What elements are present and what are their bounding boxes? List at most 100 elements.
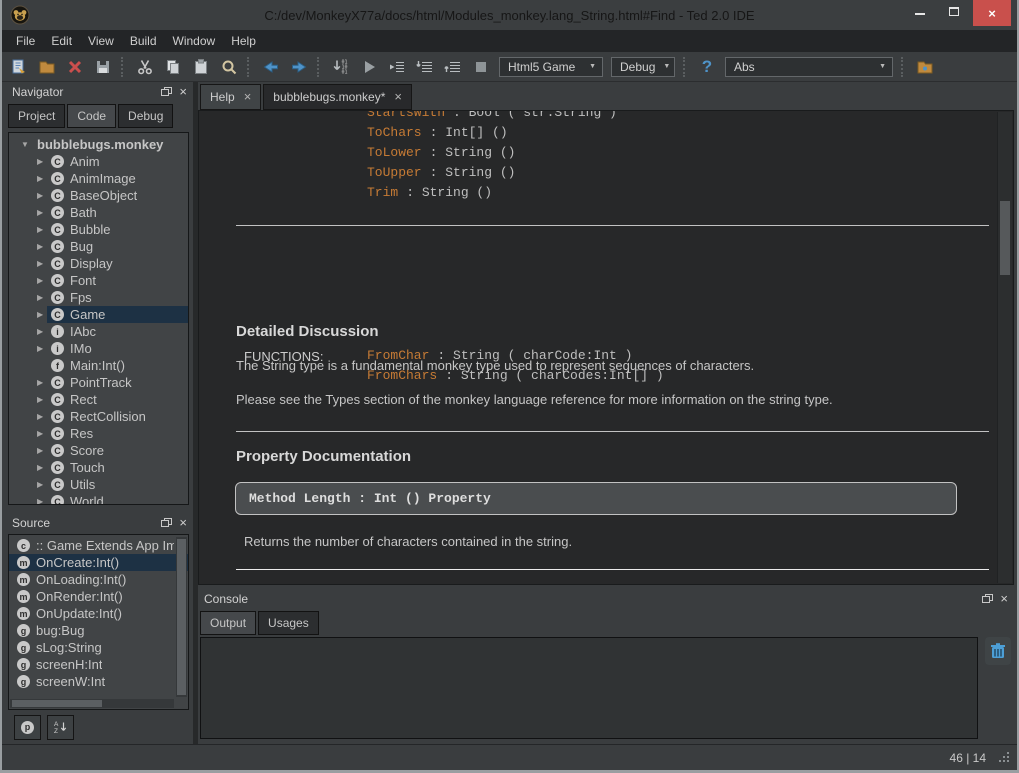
source-item[interactable]: g bug:Bug [9, 622, 188, 639]
close-panel-icon[interactable]: × [179, 518, 187, 528]
help-document[interactable]: StartsWith: Bool ( str:String ) ToChars:… [198, 110, 1014, 585]
expand-arrow-icon[interactable]: ▶ [37, 208, 47, 217]
source-item[interactable]: m OnRender:Int() [9, 588, 188, 605]
method-link[interactable]: ToChars [367, 125, 422, 140]
step-button[interactable] [384, 55, 410, 79]
source-item[interactable]: m OnCreate:Int() [9, 554, 188, 571]
vertical-scrollbar[interactable] [176, 537, 187, 697]
console-tab[interactable]: Usages [258, 611, 319, 635]
clear-console-button[interactable] [985, 637, 1011, 665]
scrollbar-thumb[interactable] [12, 700, 102, 707]
tree-item[interactable]: ▶ C BaseObject [9, 187, 188, 204]
method-link[interactable]: ToLower [367, 145, 422, 160]
tree-root[interactable]: ▼ bubblebugs.monkey [9, 135, 188, 153]
source-item[interactable]: g screenW:Int [9, 673, 188, 690]
close-button[interactable]: × [973, 0, 1011, 26]
copy-button[interactable] [160, 55, 186, 79]
console-output[interactable] [200, 637, 978, 739]
expand-arrow-icon[interactable]: ▶ [37, 429, 47, 438]
maximize-button[interactable] [939, 0, 969, 22]
tree-item[interactable]: ▶ C Touch [9, 459, 188, 476]
expand-arrow-icon[interactable]: ▶ [37, 174, 47, 183]
forward-button[interactable] [286, 55, 312, 79]
tree-item[interactable]: ▶ C RectCollision [9, 408, 188, 425]
source-item[interactable]: c :: Game Extends App Impl [9, 537, 188, 554]
tree-item[interactable]: ▶ C Bath [9, 204, 188, 221]
tree-item[interactable]: ▶ C World [9, 493, 188, 505]
save-file-button[interactable] [90, 55, 116, 79]
paste-button[interactable] [188, 55, 214, 79]
expand-arrow-icon[interactable]: ▶ [37, 497, 47, 505]
navigator-tab[interactable]: Project [8, 104, 65, 128]
menu-item[interactable]: View [80, 31, 122, 51]
console-tab[interactable]: Output [200, 611, 256, 635]
close-panel-icon[interactable]: × [1000, 594, 1008, 604]
expand-arrow-icon[interactable]: ▶ [37, 157, 47, 166]
tree-item[interactable]: ▶ C Score [9, 442, 188, 459]
source-item[interactable]: g screenH:Int [9, 656, 188, 673]
expand-arrow-icon[interactable]: ▶ [37, 293, 47, 302]
open-file-button[interactable] [34, 55, 60, 79]
close-tab-icon[interactable]: × [394, 92, 402, 102]
tree-item[interactable]: ▶ C PointTrack [9, 374, 188, 391]
find-button[interactable] [216, 55, 242, 79]
navigator-tab[interactable]: Code [67, 104, 116, 128]
tree-item[interactable]: ▶ C Bubble [9, 221, 188, 238]
close-panel-icon[interactable]: × [179, 87, 187, 97]
expand-arrow-icon[interactable]: ▶ [37, 378, 47, 387]
sort-alpha-button[interactable]: AZ [47, 715, 74, 740]
build-lock-button[interactable] [912, 55, 938, 79]
float-panel-icon[interactable] [161, 518, 172, 528]
tree-item[interactable]: ▶ C Utils [9, 476, 188, 493]
expand-arrow-icon[interactable]: ▶ [37, 191, 47, 200]
menu-item[interactable]: Window [165, 31, 224, 51]
collapse-arrow-icon[interactable]: ▼ [21, 140, 31, 149]
vertical-scrollbar[interactable] [997, 112, 1012, 583]
float-panel-icon[interactable] [161, 87, 172, 97]
source-item[interactable]: m OnLoading:Int() [9, 571, 188, 588]
scrollbar-thumb[interactable] [177, 539, 186, 695]
tree-item[interactable]: ▶ f Main:Int() [9, 357, 188, 374]
expand-arrow-icon[interactable]: ▶ [37, 259, 47, 268]
method-link[interactable]: ToUpper [367, 165, 422, 180]
resize-grip[interactable] [998, 751, 1011, 764]
help-button[interactable]: ? [694, 55, 720, 79]
tab-bubblebugs-monkey[interactable]: bubblebugs.monkey* × [263, 84, 412, 110]
menu-item[interactable]: Edit [43, 31, 80, 51]
close-file-button[interactable] [62, 55, 88, 79]
tree-item[interactable]: ▶ C Fps [9, 289, 188, 306]
tree-item[interactable]: ▶ C Font [9, 272, 188, 289]
tree-item[interactable]: ▶ C Rect [9, 391, 188, 408]
tree-item[interactable]: ▶ i IMo [9, 340, 188, 357]
quick-find-dropdown[interactable]: Abs ▼ [725, 57, 893, 77]
expand-arrow-icon[interactable]: ▶ [37, 225, 47, 234]
tree-item[interactable]: ▶ C Anim [9, 153, 188, 170]
tab-help[interactable]: Help × [200, 84, 261, 110]
method-link[interactable]: StartsWith [367, 110, 445, 120]
run-button[interactable] [356, 55, 382, 79]
source-item[interactable]: g sLog:String [9, 639, 188, 656]
horizontal-scrollbar[interactable] [10, 699, 174, 708]
new-file-button[interactable] [6, 55, 32, 79]
step-into-button[interactable] [412, 55, 438, 79]
back-button[interactable] [258, 55, 284, 79]
expand-arrow-icon[interactable]: ▶ [37, 395, 47, 404]
tree-item[interactable]: ▶ C Bug [9, 238, 188, 255]
float-panel-icon[interactable] [982, 594, 993, 604]
target-dropdown[interactable]: Html5 Game ▼ [499, 57, 603, 77]
tree-item[interactable]: ▶ C Res [9, 425, 188, 442]
expand-arrow-icon[interactable]: ▶ [37, 310, 47, 319]
method-link[interactable]: Trim [367, 185, 398, 200]
expand-arrow-icon[interactable]: ▶ [37, 412, 47, 421]
navigator-tab[interactable]: Debug [118, 104, 173, 128]
expand-arrow-icon[interactable]: ▶ [37, 446, 47, 455]
stop-button[interactable] [468, 55, 494, 79]
tree-item[interactable]: ▶ C AnimImage [9, 170, 188, 187]
expand-arrow-icon[interactable]: ▶ [37, 276, 47, 285]
menu-item[interactable]: Build [122, 31, 165, 51]
menu-item[interactable]: Help [223, 31, 264, 51]
cut-button[interactable] [132, 55, 158, 79]
source-item[interactable]: m OnUpdate:Int() [9, 605, 188, 622]
expand-arrow-icon[interactable]: ▶ [37, 463, 47, 472]
filter-private-button[interactable]: p [14, 715, 41, 740]
